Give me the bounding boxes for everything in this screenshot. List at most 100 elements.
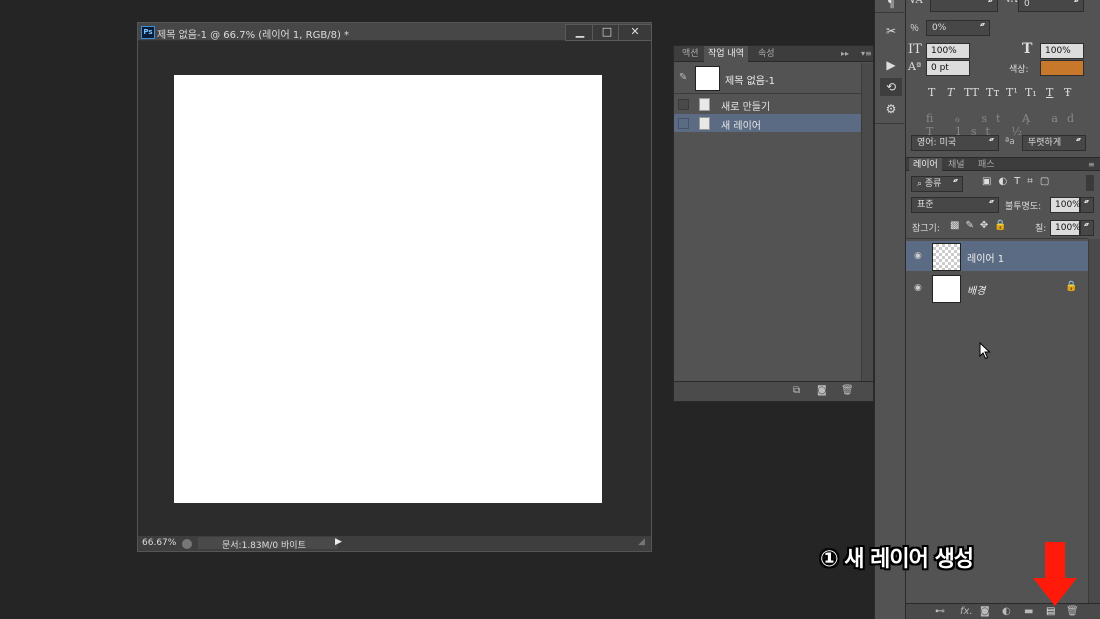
- language-dropdown[interactable]: 영어: 미국: [911, 135, 999, 151]
- eye-visibility-icon[interactable]: ◉: [914, 283, 922, 293]
- eye-visibility-icon[interactable]: ◉: [914, 251, 922, 261]
- horizontal-scale-input[interactable]: 100%: [1040, 43, 1084, 59]
- horizontal-scale-icon: T: [1022, 41, 1033, 57]
- blend-mode-value: 표준: [917, 200, 934, 210]
- kerning-dropdown[interactable]: [930, 0, 998, 12]
- filter-toggle[interactable]: [1086, 175, 1094, 191]
- type-style-buttons: T T TT Tт T¹ T₁ T Ŧ: [928, 86, 1088, 100]
- tracking-dropdown[interactable]: 0: [1018, 0, 1084, 12]
- lock-label: 잠그기:: [912, 224, 940, 234]
- new-layer-icon[interactable]: ▤: [1046, 606, 1055, 618]
- close-button[interactable]: ✕: [618, 24, 652, 41]
- panel-menu-icon[interactable]: ≡: [1084, 158, 1099, 172]
- history-state-label: 새 레이어: [721, 121, 761, 132]
- properties-icon[interactable]: ⚙: [880, 100, 902, 118]
- tab-history[interactable]: 작업 내역: [704, 46, 748, 62]
- divider: [875, 123, 907, 124]
- red-arrow-icon: [1033, 542, 1077, 606]
- history-toggle-icon[interactable]: ⟲: [880, 78, 902, 96]
- panel-collapse-icon[interactable]: ▸▸: [837, 46, 853, 62]
- new-document-from-state-icon[interactable]: ⧉: [793, 385, 800, 397]
- layers-scrollbar[interactable]: [1088, 239, 1100, 603]
- tab-channels[interactable]: 채널: [944, 158, 969, 172]
- history-brush-source-checkbox[interactable]: [678, 118, 689, 129]
- history-panel: 액션 작업 내역 속성 ▸▸ ▾≡ ✎ 제목 없음-1 새로 만들기 새 레이어…: [673, 45, 874, 402]
- folder-icon[interactable]: ▬: [1024, 606, 1033, 618]
- tab-properties[interactable]: 속성: [754, 46, 779, 62]
- link-icon[interactable]: ⊷: [935, 606, 945, 618]
- history-state-item-selected[interactable]: 새 레이어: [674, 114, 861, 132]
- superscript-button[interactable]: T¹: [1006, 86, 1018, 99]
- canvas[interactable]: [174, 75, 602, 503]
- history-state-label: 새로 만들기: [721, 102, 771, 113]
- camera-snapshot-icon[interactable]: ◙: [817, 385, 827, 397]
- resize-grip-icon[interactable]: ◢: [638, 537, 645, 547]
- faux-bold-button[interactable]: T: [928, 86, 935, 99]
- history-brush-source-checkbox[interactable]: [678, 99, 689, 110]
- layer-thumbnail: [932, 243, 961, 271]
- document-status-bar: 66.67% 문서:1.83M/0 바이트 ▶ ◢: [138, 535, 651, 551]
- layer-row[interactable]: ◉ 배경 🔒: [906, 273, 1088, 303]
- lock-icons[interactable]: ▩✎✥🔒: [950, 220, 1030, 234]
- text-color-swatch[interactable]: [1040, 60, 1084, 76]
- minimize-button[interactable]: ▁: [565, 24, 595, 41]
- tab-actions[interactable]: 액션: [678, 46, 703, 62]
- search-icon: ⌕: [917, 179, 925, 189]
- trash-icon[interactable]: 🗑: [1066, 606, 1079, 618]
- document-title-bar[interactable]: Ps 제목 없음-1 @ 66.7% (레이어 1, RGB/8) * ▁ □ …: [138, 23, 652, 41]
- adjustment-icon[interactable]: ◐: [1002, 606, 1011, 618]
- history-panel-footer: ⧉ ◙ 🗑: [674, 381, 873, 401]
- history-snapshot[interactable]: ✎ 제목 없음-1: [674, 63, 861, 94]
- divider: [906, 238, 1088, 239]
- history-state-item[interactable]: 새로 만들기: [674, 95, 861, 113]
- mask-icon[interactable]: ◙: [980, 606, 990, 618]
- fx-icon[interactable]: fx.: [960, 606, 973, 618]
- mouse-cursor-icon: [979, 342, 991, 360]
- vertical-scale-input[interactable]: 100%: [926, 43, 970, 59]
- trash-icon[interactable]: 🗑: [841, 385, 854, 397]
- fill-input[interactable]: 100%: [1050, 220, 1081, 236]
- tab-paths[interactable]: 패스: [974, 158, 999, 172]
- layers-panel-tabs: 레이어 채널 패스 ≡: [906, 157, 1100, 172]
- history-panel-tabs: 액션 작업 내역 속성 ▸▸ ▾≡: [674, 46, 873, 62]
- panel-menu-icon[interactable]: ▾≡: [857, 46, 876, 62]
- kerning-value: 0%: [932, 23, 947, 33]
- tool-presets-icon[interactable]: ✂: [880, 22, 902, 40]
- layer-row-selected[interactable]: ◉ 레이어 1: [906, 241, 1088, 271]
- all-caps-button[interactable]: TT: [964, 86, 979, 99]
- layer-filter-dropdown[interactable]: ⌕ 종류: [911, 176, 963, 192]
- fill-label: 칠:: [1035, 224, 1047, 234]
- divider: [875, 12, 907, 13]
- small-caps-button[interactable]: Tт: [986, 86, 999, 99]
- zoom-level[interactable]: 66.67%: [142, 538, 176, 548]
- antialias-value: 뚜렷하게: [1028, 138, 1062, 148]
- status-info-icon[interactable]: [182, 539, 192, 549]
- antialias-dropdown[interactable]: 뚜렷하게: [1022, 135, 1086, 151]
- faux-italic-button[interactable]: T: [947, 86, 954, 99]
- history-brush-icon[interactable]: ✎: [679, 72, 687, 84]
- kerning-percent-dropdown[interactable]: 0%: [926, 20, 990, 36]
- underline-button[interactable]: T: [1046, 86, 1053, 99]
- opacity-dropdown[interactable]: [1080, 197, 1094, 213]
- annotation-label: ① 새 레이어 생성: [820, 547, 974, 572]
- language-value: 영어: 미국: [917, 138, 957, 148]
- status-menu-arrow-icon[interactable]: ▶: [335, 537, 342, 547]
- history-scrollbar[interactable]: [861, 63, 873, 381]
- color-label: 색상:: [1009, 65, 1029, 75]
- tab-layers[interactable]: 레이어: [909, 158, 942, 172]
- opacity-input[interactable]: 100%: [1050, 197, 1081, 213]
- paragraph-icon[interactable]: ¶: [880, 0, 902, 12]
- opentype-buttons[interactable]: ﬁ ℴ st Ą ad T 1st ½: [926, 112, 1086, 138]
- play-action-icon[interactable]: ▶: [880, 56, 902, 74]
- blend-mode-dropdown[interactable]: 표준: [911, 197, 999, 213]
- document-size-info: 문서:1.83M/0 바이트: [222, 541, 306, 551]
- baseline-shift-input[interactable]: 0 pt: [926, 60, 970, 76]
- right-panels: VA VA 0 ％ 0% ⅠT 100% T 100% Aª 0 pt 색상: …: [906, 0, 1100, 619]
- opacity-label: 불투명도:: [1005, 202, 1042, 212]
- layer-filter-icons[interactable]: ▣◐T⌗▢: [982, 176, 1082, 190]
- fill-dropdown[interactable]: [1080, 220, 1094, 236]
- strikethrough-button[interactable]: Ŧ: [1064, 86, 1071, 99]
- vertical-scale-icon: ⅠT: [908, 42, 922, 57]
- layer-name: 레이어 1: [967, 254, 1005, 265]
- subscript-button[interactable]: T₁: [1025, 86, 1037, 99]
